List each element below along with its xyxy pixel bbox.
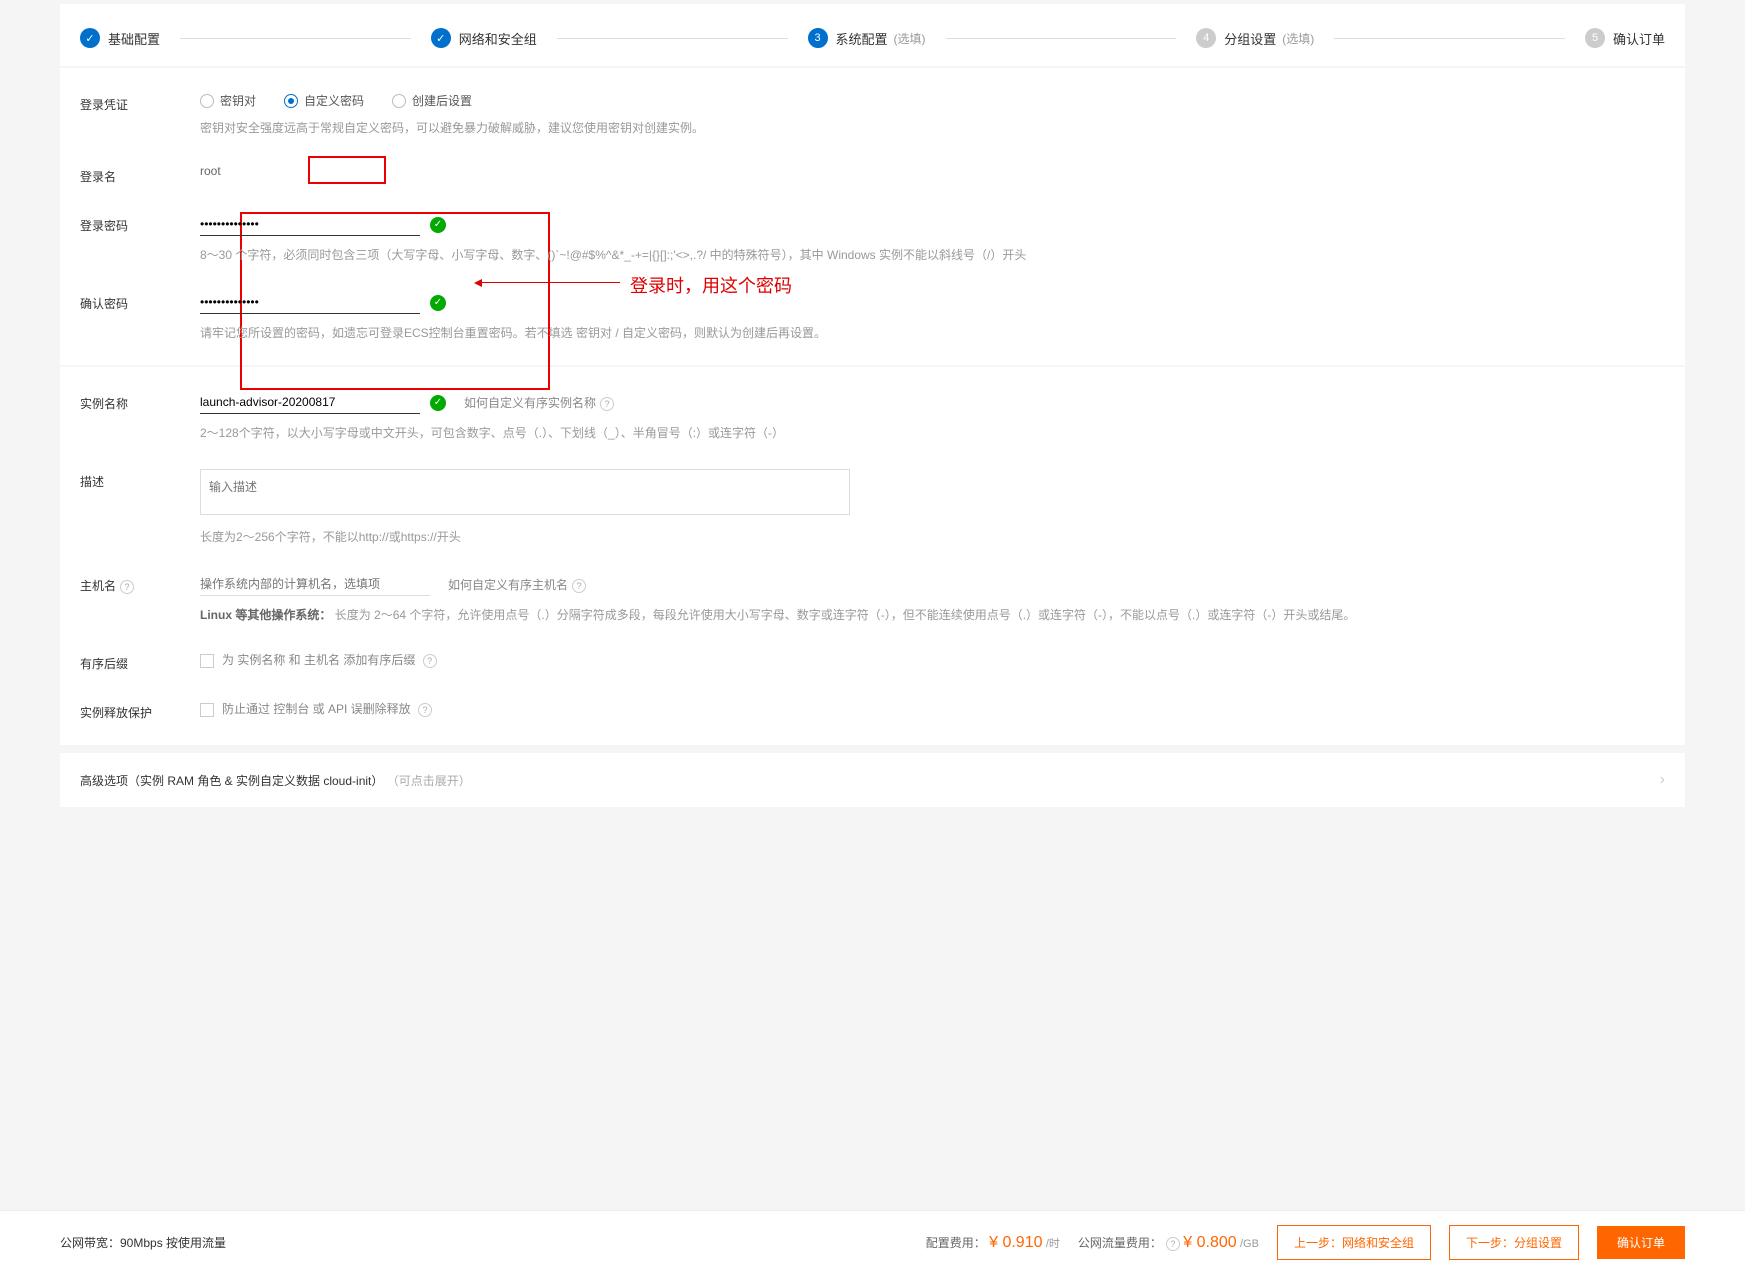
step-2[interactable]: ✓ 网络和安全组 <box>431 28 537 48</box>
login-password-hint: 8～30 个字符，必须同时包含三项（大写字母、小写字母、数字、()`~!@#$%… <box>200 246 1665 263</box>
step-3-current[interactable]: 3 系统配置 (选填) <box>808 28 926 48</box>
hostname-label: 主机名? <box>80 573 200 594</box>
step-5[interactable]: 5 确认订单 <box>1585 28 1665 48</box>
hostname-hint: Linux 等其他操作系统： 长度为 2～64 个字符，允许使用点号（.）分隔字… <box>200 606 1665 623</box>
help-icon[interactable]: ? <box>1166 1237 1180 1251</box>
login-password-input[interactable] <box>200 213 420 236</box>
help-icon: ? <box>572 579 586 593</box>
help-icon[interactable]: ? <box>423 654 437 668</box>
step-number-icon: 3 <box>808 28 828 48</box>
advanced-options-accordion[interactable]: 高级选项（实例 RAM 角色 & 实例自定义数据 cloud-init） （可点… <box>60 753 1685 807</box>
login-cred-hint: 密钥对安全强度远高于常规自定义密码，可以避免暴力破解威胁，建议您使用密钥对创建实… <box>200 119 1665 136</box>
description-label: 描述 <box>80 469 200 490</box>
valid-check-icon <box>430 395 446 411</box>
radio-set-later[interactable]: 创建后设置 <box>392 92 472 109</box>
step-number-icon: 5 <box>1585 28 1605 48</box>
bandwidth-info: 公网带宽：90Mbps 按使用流量 <box>60 1234 226 1251</box>
confirm-password-hint: 请牢记您所设置的密码，如遗忘可登录ECS控制台重置密码。若不填选 密钥对 / 自… <box>200 324 1665 341</box>
footer-bar: 公网带宽：90Mbps 按使用流量 配置费用： ¥ 0.910 /时 公网流量费… <box>0 1210 1745 1274</box>
hostname-help-link[interactable]: 如何自定义有序主机名? <box>448 576 586 593</box>
description-hint: 长度为2～256个字符，不能以http://或https://开头 <box>200 528 1665 545</box>
prev-step-button[interactable]: 上一步：网络和安全组 <box>1277 1225 1431 1260</box>
suffix-checkbox[interactable]: 为 实例名称 和 主机名 添加有序后缀 ? <box>200 653 437 667</box>
instance-name-input[interactable] <box>200 391 420 414</box>
confirm-password-input[interactable] <box>200 291 420 314</box>
stepper: ✓ 基础配置 ✓ 网络和安全组 3 系统配置 (选填) 4 分组设置 (选填) … <box>60 4 1685 66</box>
check-icon: ✓ <box>431 28 451 48</box>
config-price: ¥ 0.910 <box>989 1234 1042 1251</box>
login-password-label: 登录密码 <box>80 213 200 234</box>
confirm-password-label: 确认密码 <box>80 291 200 312</box>
step-1[interactable]: ✓ 基础配置 <box>80 28 160 48</box>
chevron-right-icon: › <box>1660 771 1665 789</box>
instance-name-label: 实例名称 <box>80 391 200 412</box>
valid-check-icon <box>430 217 446 233</box>
next-step-button[interactable]: 下一步：分组设置 <box>1449 1225 1579 1260</box>
login-name-label: 登录名 <box>80 164 200 185</box>
step-4[interactable]: 4 分组设置 (选填) <box>1196 28 1314 48</box>
radio-custom-password[interactable]: 自定义密码 <box>284 92 364 109</box>
radio-keypair[interactable]: 密钥对 <box>200 92 256 109</box>
login-name-value: root <box>200 164 221 178</box>
instance-name-hint: 2～128个字符，以大小写字母或中文开头，可包含数字、点号（.）、下划线（_）、… <box>200 424 1665 441</box>
confirm-order-button[interactable]: 确认订单 <box>1597 1226 1685 1259</box>
description-input[interactable] <box>200 469 850 515</box>
release-protect-label: 实例释放保护 <box>80 700 200 721</box>
traffic-price: ¥ 0.800 <box>1183 1234 1236 1251</box>
help-icon[interactable]: ? <box>418 703 432 717</box>
step-number-icon: 4 <box>1196 28 1216 48</box>
instance-name-help-link[interactable]: 如何自定义有序实例名称? <box>464 394 614 411</box>
release-protect-checkbox[interactable]: 防止通过 控制台 或 API 误删除释放 ? <box>200 702 432 716</box>
check-icon: ✓ <box>80 28 100 48</box>
login-cred-label: 登录凭证 <box>80 92 200 113</box>
valid-check-icon <box>430 295 446 311</box>
hostname-input[interactable] <box>200 573 430 596</box>
suffix-label: 有序后缀 <box>80 651 200 672</box>
help-icon: ? <box>600 397 614 411</box>
help-icon[interactable]: ? <box>120 580 134 594</box>
